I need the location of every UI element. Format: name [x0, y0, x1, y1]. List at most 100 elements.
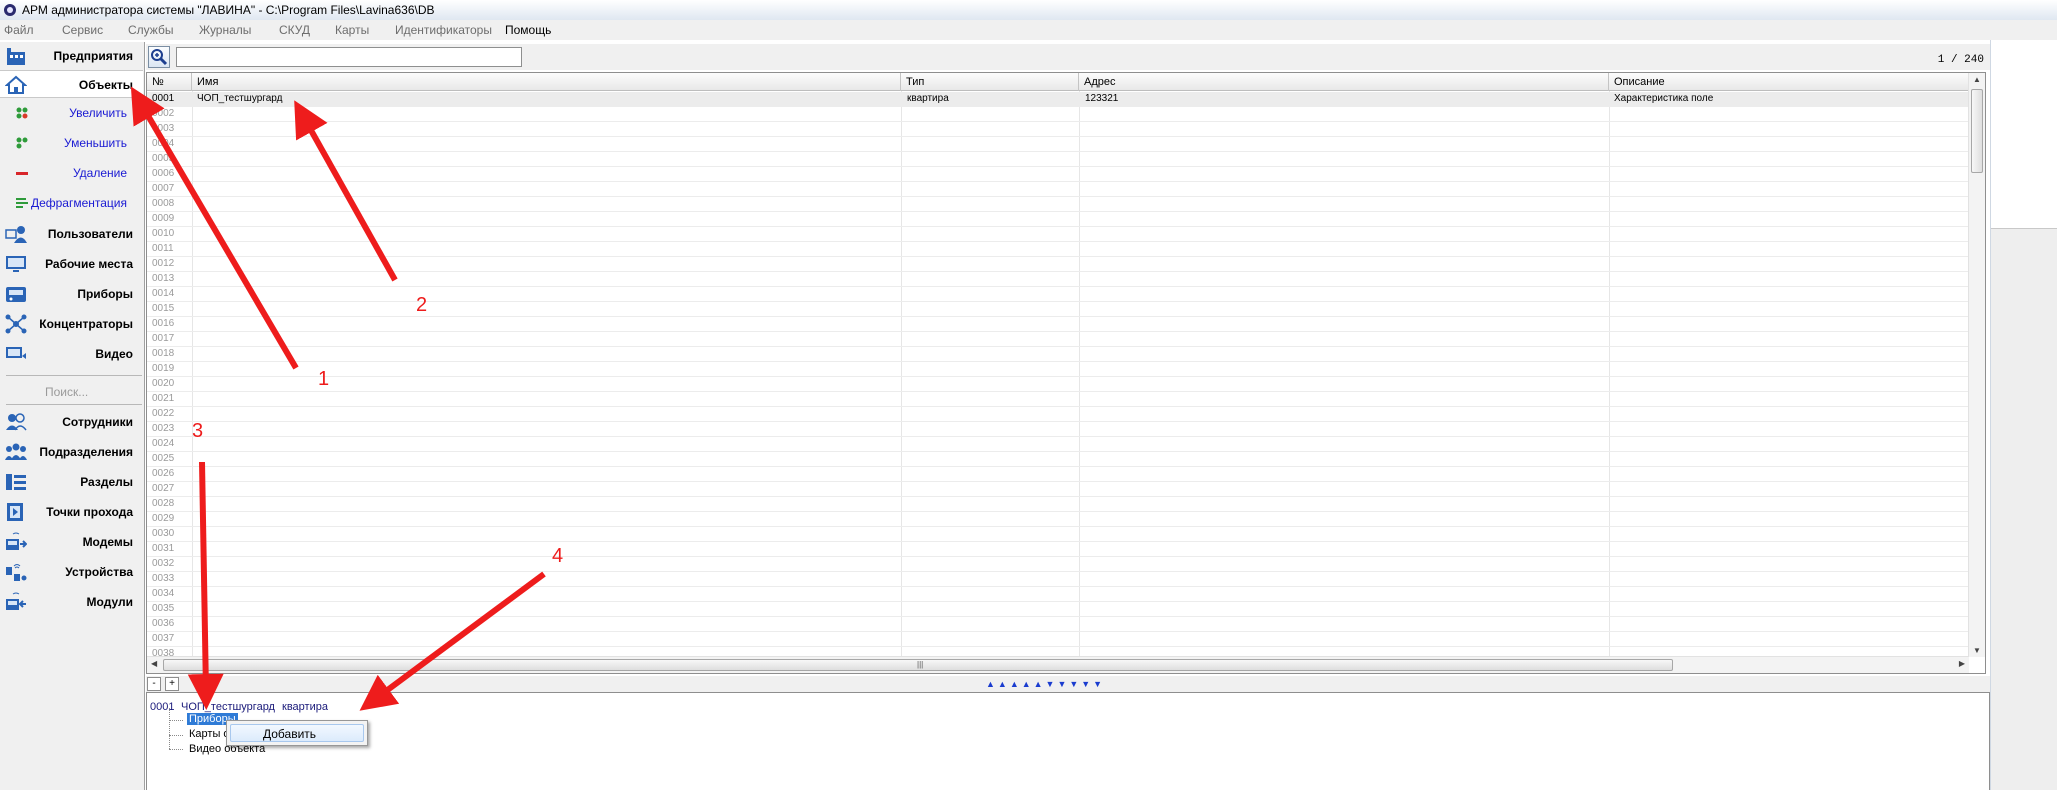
table-row[interactable]: 0026 [147, 467, 1969, 482]
sidebar-item-label: Объекты [78, 78, 133, 92]
menu-identifiers[interactable]: Идентификаторы [395, 23, 492, 37]
menu-file[interactable]: Файл [4, 23, 34, 37]
sub-item-label: Увеличить [69, 106, 127, 120]
row-number: 0004 [152, 138, 175, 149]
row-number: 0029 [152, 513, 175, 524]
table-row[interactable]: 0021 [147, 392, 1969, 407]
sidebar-item-enterprises[interactable]: Предприятия [0, 42, 143, 70]
column-header-description[interactable]: Описание [1609, 73, 1969, 91]
scroll-left-icon[interactable]: ◀ [151, 659, 157, 668]
table-row[interactable]: 0023 [147, 422, 1969, 437]
table-row[interactable]: 0020 [147, 377, 1969, 392]
table-row[interactable]: 0010 [147, 227, 1969, 242]
table-row[interactable]: 0008 [147, 197, 1969, 212]
row-number: 0020 [152, 378, 175, 389]
access-point-icon [7, 503, 23, 521]
tree-root-name[interactable]: ЧОП_тестшургард [181, 701, 275, 713]
table-row[interactable]: 0002 [147, 107, 1969, 122]
table-row[interactable]: 0004 [147, 137, 1969, 152]
sidebar-item-label: Подразделения [39, 445, 133, 459]
table-row[interactable]: 0036 [147, 617, 1969, 632]
sidebar-item-label: Модули [86, 595, 133, 609]
sidebar-item-employees[interactable]: Сотрудники [0, 408, 143, 436]
expand-button[interactable]: + [165, 677, 179, 691]
vertical-scrollbar[interactable]: ▲ ▼ [1968, 73, 1985, 657]
menu-journals[interactable]: Журналы [199, 23, 251, 37]
table-row[interactable]: 0033 [147, 572, 1969, 587]
menu-service[interactable]: Сервис [62, 23, 103, 37]
sub-item-defrag[interactable]: Дефрагментация [0, 190, 143, 214]
sub-item-decrease[interactable]: Уменьшить [0, 130, 143, 154]
table-row[interactable]: 0012 [147, 257, 1969, 272]
table-row[interactable]: 0001 ЧОП_тестшургард квартира 123321 Хар… [147, 92, 1969, 107]
table-row[interactable]: 0019 [147, 362, 1969, 377]
tree-root-num[interactable]: 0001 [150, 701, 174, 713]
table-row[interactable]: 0037 [147, 632, 1969, 647]
sections-icon [6, 474, 26, 490]
menu-skud[interactable]: СКУД [279, 23, 310, 37]
sub-item-increase[interactable]: Увеличить [0, 100, 143, 124]
cell-name: ЧОП_тестшургард [197, 93, 283, 104]
sidebar-item-label: Сотрудники [62, 415, 133, 429]
table-row[interactable]: 0024 [147, 437, 1969, 452]
table-row[interactable]: 0003 [147, 122, 1969, 137]
horizontal-scroll-thumb[interactable]: ||| [163, 659, 1673, 671]
table-row[interactable]: 0022 [147, 407, 1969, 422]
column-header-name[interactable]: Имя [192, 73, 901, 91]
table-row[interactable]: 0006 [147, 167, 1969, 182]
table-row[interactable]: 0017 [147, 332, 1969, 347]
annotation-label-2: 2 [416, 294, 428, 316]
collapse-button[interactable]: - [147, 677, 161, 691]
column-header-address[interactable]: Адрес [1079, 73, 1609, 91]
table-row[interactable]: 0011 [147, 242, 1969, 257]
context-menu-add[interactable]: Добавить [230, 724, 364, 742]
table-row[interactable]: 0013 [147, 272, 1969, 287]
table-row[interactable]: 0032 [147, 557, 1969, 572]
tree-root-type[interactable]: квартира [282, 701, 328, 713]
sidebar-item-users[interactable]: Пользователи [0, 220, 143, 248]
splitter-arrows[interactable]: ▲▲▲▲▲▼▼▼▼▼ [986, 679, 1105, 689]
green-dots-icon [16, 107, 28, 119]
sub-item-delete[interactable]: Удаление [0, 160, 143, 184]
sidebar-item-modems[interactable]: Модемы [0, 528, 143, 556]
table-row[interactable]: 0030 [147, 527, 1969, 542]
scroll-down-icon[interactable]: ▼ [1973, 646, 1981, 655]
table-row[interactable]: 0018 [147, 347, 1969, 362]
vertical-scroll-thumb[interactable] [1971, 89, 1983, 173]
sidebar-item-devices[interactable]: Приборы [0, 280, 143, 308]
table-row[interactable]: 0005 [147, 152, 1969, 167]
column-header-type[interactable]: Тип [901, 73, 1079, 91]
horizontal-scrollbar[interactable]: ◀ ||| ▶ [147, 656, 1969, 673]
table-row[interactable]: 0034 [147, 587, 1969, 602]
table-row[interactable]: 0028 [147, 497, 1969, 512]
magnifier-icon [151, 49, 168, 66]
sidebar-item-video[interactable]: Видео [0, 340, 143, 368]
context-menu-add-label: Добавить [263, 727, 317, 741]
sidebar-item-device-list[interactable]: Устройства [0, 558, 143, 586]
sidebar-item-departments[interactable]: Подразделения [0, 438, 143, 466]
table-row[interactable]: 0029 [147, 512, 1969, 527]
column-header-num[interactable]: № [147, 73, 192, 91]
sidebar-item-objects[interactable]: Объекты [0, 70, 143, 98]
table-row[interactable]: 0025 [147, 452, 1969, 467]
sidebar-item-hubs[interactable]: Концентраторы [0, 310, 143, 338]
table-row[interactable]: 0027 [147, 482, 1969, 497]
table-row[interactable]: 0031 [147, 542, 1969, 557]
zoom-button[interactable] [148, 46, 170, 68]
scroll-right-icon[interactable]: ▶ [1959, 659, 1965, 668]
menu-services[interactable]: Службы [128, 23, 173, 37]
sidebar-item-workplaces[interactable]: Рабочие места [0, 250, 143, 278]
table-row[interactable]: 0009 [147, 212, 1969, 227]
filter-input[interactable] [176, 47, 522, 67]
sidebar-item-access-points[interactable]: Точки прохода [0, 498, 143, 526]
sidebar-item-label: Видео [95, 347, 133, 361]
table-row[interactable]: 0007 [147, 182, 1969, 197]
scroll-up-icon[interactable]: ▲ [1973, 75, 1981, 84]
menu-help[interactable]: Помощь [505, 23, 551, 37]
menu-maps[interactable]: Карты [335, 23, 369, 37]
sidebar-item-sections[interactable]: Разделы [0, 468, 143, 496]
sidebar-item-modules[interactable]: Модули [0, 588, 143, 616]
table-row[interactable]: 0035 [147, 602, 1969, 617]
sub-item-label: Уменьшить [64, 136, 127, 150]
table-row[interactable]: 0016 [147, 317, 1969, 332]
